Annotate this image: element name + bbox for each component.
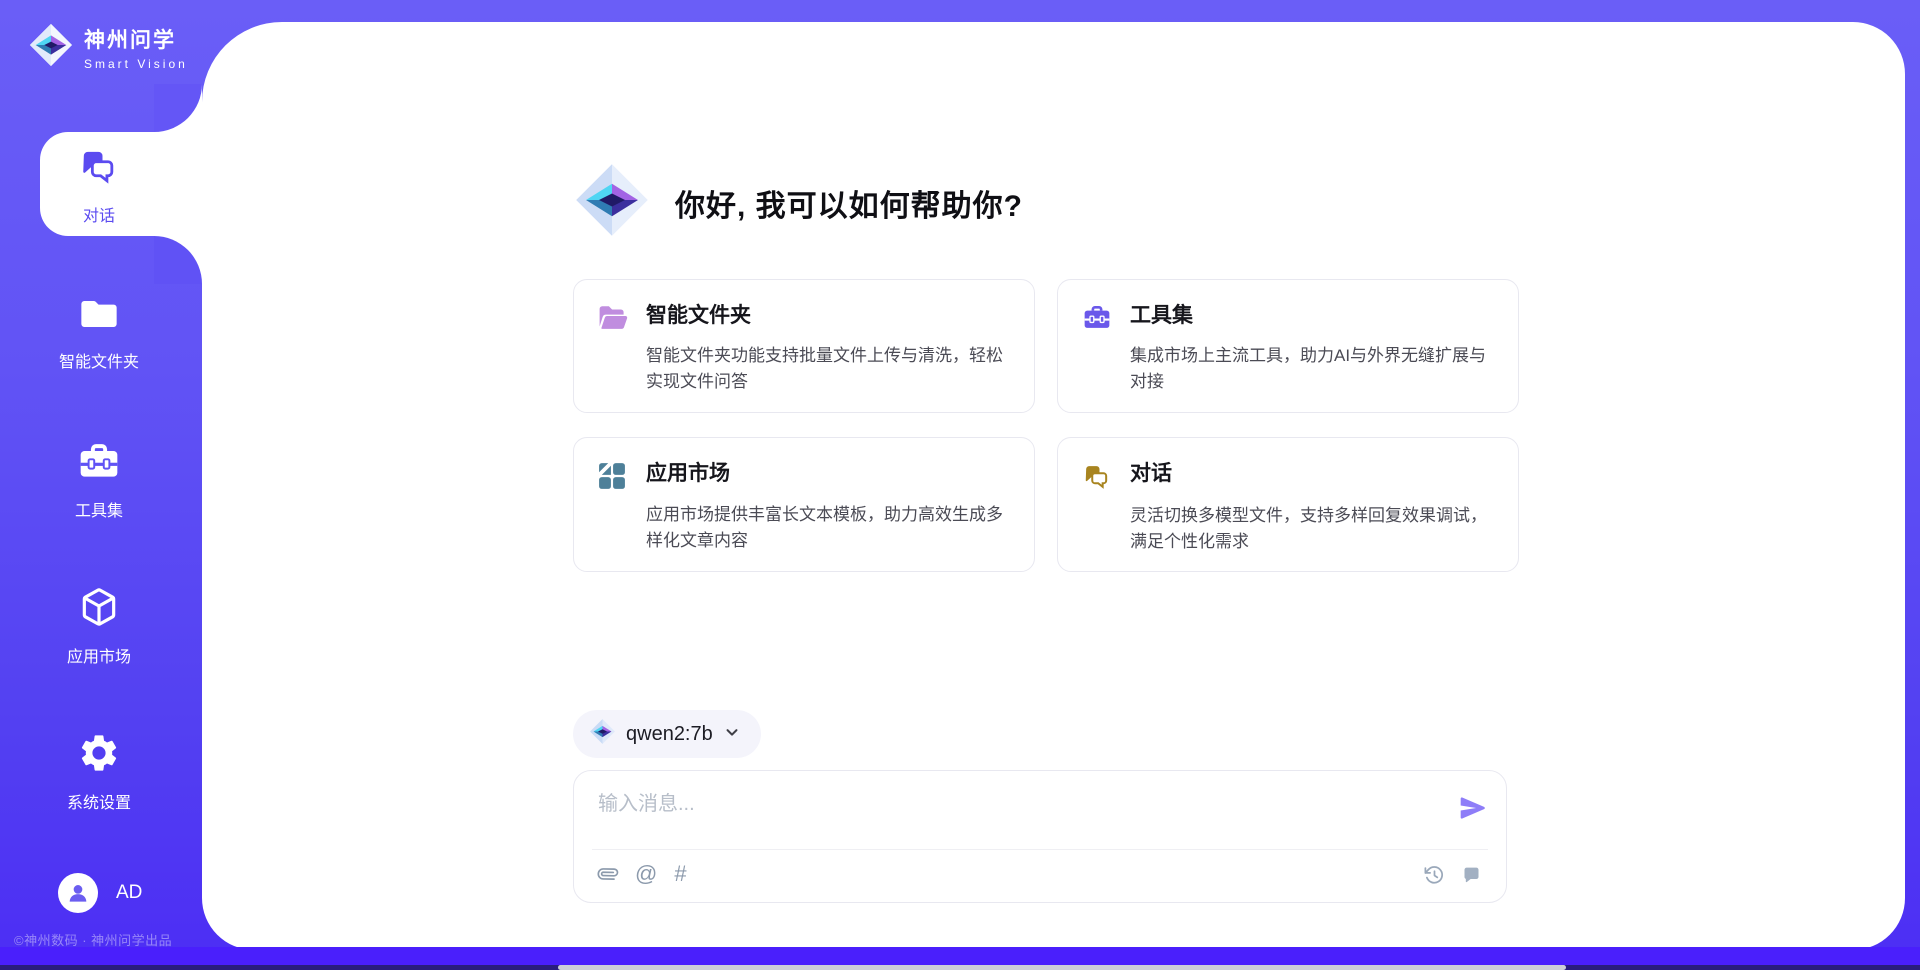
sidebar-item-label: 智能文件夹: [59, 348, 139, 372]
card-toolset[interactable]: 工具集 集成市场上主流工具，助力AI与外界无缝扩展与对接: [1057, 279, 1519, 413]
feedback-bubble-button[interactable]: [1461, 865, 1482, 886]
card-app-market[interactable]: 应用市场 应用市场提供丰富长文本模板，助力高效生成多样化文章内容: [573, 437, 1035, 573]
card-title: 对话: [1130, 459, 1494, 497]
model-name: qwen2:7b: [626, 723, 713, 746]
card-description: 智能文件夹功能支持批量文件上传与清洗，轻松实现文件问答: [646, 343, 1010, 396]
attach-file-button[interactable]: [598, 864, 618, 884]
tab-fillet-bottom: [154, 236, 202, 284]
brand-logo[interactable]: 神州问学 Smart Vision: [28, 22, 188, 73]
bottom-accent-bar: [0, 947, 1920, 965]
gear-icon: [77, 731, 121, 780]
mention-button[interactable]: @: [635, 863, 657, 885]
greeting: 你好, 我可以如何帮助你?: [573, 161, 1023, 244]
sidebar-item-label: 对话: [83, 202, 115, 226]
composer-tools-right: [1424, 865, 1482, 886]
message-composer: @ #: [573, 770, 1507, 903]
feature-cards: 智能文件夹 智能文件夹功能支持批量文件上传与清洗，轻松实现文件问答 工具集 集成…: [573, 279, 1519, 572]
history-clock-icon: [1424, 865, 1445, 886]
history-button[interactable]: [1424, 865, 1445, 886]
sidebar-item-label: 应用市场: [67, 643, 131, 667]
person-icon: [65, 880, 91, 906]
message-input[interactable]: [598, 787, 1418, 843]
card-chat[interactable]: 对话 灵活切换多模型文件，支持多样回复效果调试，满足个性化需求: [1057, 437, 1519, 573]
sidebar-item-label: 系统设置: [67, 789, 131, 813]
folder-icon: [77, 294, 121, 339]
sidebar: 神州问学 Smart Vision 对话 智能文件夹: [0, 0, 202, 970]
card-description: 灵活切换多模型文件，支持多样回复效果调试，满足个性化需求: [1130, 503, 1494, 556]
greeting-title: 你好, 我可以如何帮助你?: [675, 181, 1023, 225]
card-title: 智能文件夹: [646, 301, 1010, 337]
brand-diamond-icon: [28, 22, 74, 73]
sidebar-item-toolset[interactable]: 工具集: [0, 441, 198, 521]
app-window: 神州问学 Smart Vision 对话 智能文件夹: [0, 0, 1920, 970]
sidebar-item-label: 工具集: [75, 497, 123, 521]
horizontal-scrollbar[interactable]: [0, 965, 1920, 970]
sidebar-item-app-market[interactable]: 应用市场: [0, 585, 198, 667]
main-panel: 你好, 我可以如何帮助你? 智能文件夹 智能文件夹功能支持批量文件上传与清洗，轻…: [202, 22, 1905, 950]
card-description: 应用市场提供丰富长文本模板，助力高效生成多样化文章内容: [646, 502, 1010, 556]
brand-subtitle: Smart Vision: [84, 57, 188, 71]
send-button[interactable]: [1458, 793, 1488, 823]
model-diamond-icon: [589, 718, 616, 750]
paperclip-icon: [594, 860, 622, 888]
briefcase-icon: [1082, 301, 1130, 337]
sidebar-item-chat[interactable]: 对话: [0, 146, 198, 226]
card-smart-folder[interactable]: 智能文件夹 智能文件夹功能支持批量文件上传与清洗，轻松实现文件问答: [573, 279, 1035, 413]
chat-bubble-icon: [1461, 865, 1482, 886]
toolbox-icon: [77, 441, 121, 488]
composer-tools-left: @ #: [598, 863, 687, 885]
sidebar-item-smart-folder[interactable]: 智能文件夹: [0, 294, 198, 372]
chevron-down-icon: [723, 723, 741, 746]
avatar: [58, 873, 98, 913]
send-plane-icon: [1458, 793, 1488, 823]
composer-divider: [592, 849, 1488, 850]
greeting-diamond-icon: [573, 161, 651, 244]
user-menu[interactable]: AD: [58, 873, 142, 913]
scrollbar-thumb[interactable]: [558, 965, 1566, 970]
topic-hash-button[interactable]: #: [674, 863, 686, 885]
card-title: 应用市场: [646, 459, 1010, 496]
tab-fillet-top: [154, 84, 202, 132]
brand-text: 神州问学 Smart Vision: [84, 24, 188, 71]
card-title: 工具集: [1130, 301, 1494, 337]
cube-icon: [77, 585, 121, 634]
model-selector[interactable]: qwen2:7b: [573, 710, 761, 758]
user-initials: AD: [116, 882, 142, 904]
chat-bubbles-icon: [78, 146, 120, 193]
card-description: 集成市场上主流工具，助力AI与外界无缝扩展与对接: [1130, 343, 1494, 396]
chat-bubbles-icon: [1082, 459, 1130, 497]
sidebar-item-settings[interactable]: 系统设置: [0, 731, 198, 813]
brand-name: 神州问学: [84, 24, 188, 54]
app-grid-icon: [598, 459, 646, 496]
folder-open-icon: [598, 301, 646, 337]
